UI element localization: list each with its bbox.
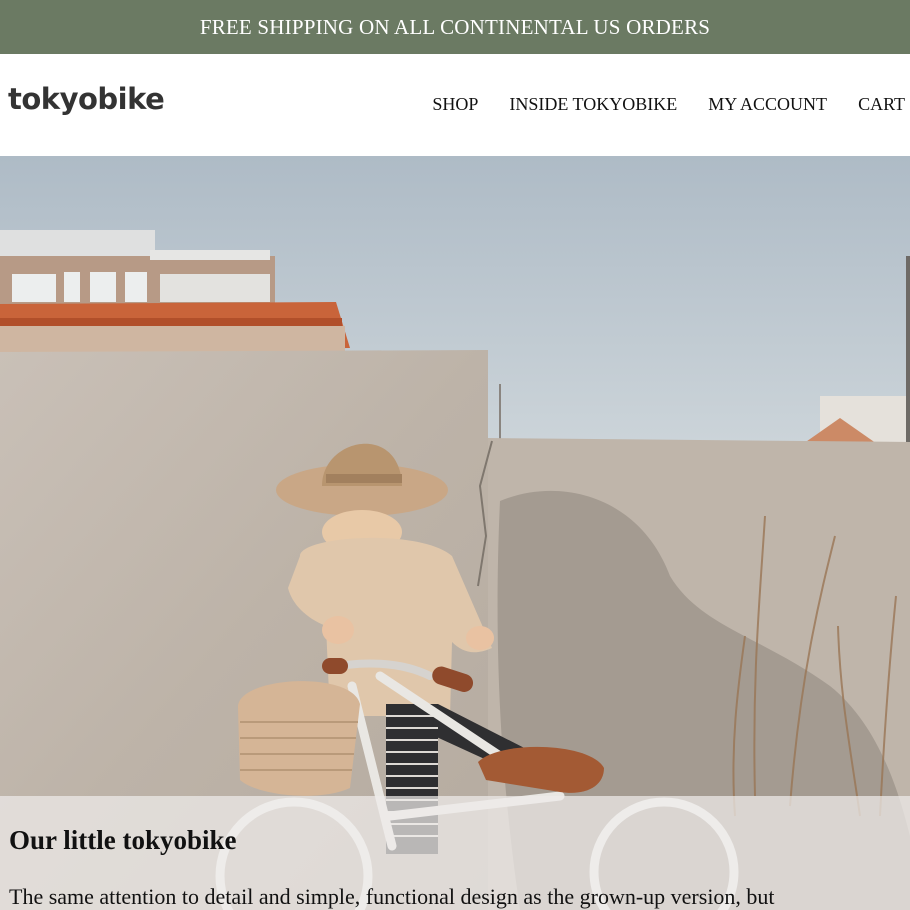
hero-banner: Our little tokyobike The same attention …	[0, 156, 910, 910]
hero-title: Our little tokyobike	[9, 825, 237, 855]
nav-my-account[interactable]: MY ACCOUNT	[708, 94, 827, 115]
hero-text: The same attention to detail and simple,…	[9, 884, 775, 909]
main-nav: SHOP INSIDE TOKYOBIKE MY ACCOUNT CART	[401, 94, 905, 115]
announcement-bar: FREE SHIPPING ON ALL CONTINENTAL US ORDE…	[0, 0, 910, 54]
hero-caption: Our little tokyobike The same attention …	[0, 796, 910, 910]
nav-inside-tokyobike[interactable]: INSIDE TOKYOBIKE	[509, 94, 677, 115]
site-header: tokyobike SHOP INSIDE TOKYOBIKE MY ACCOU…	[0, 54, 910, 156]
logo[interactable]: tokyobike	[8, 82, 165, 116]
announcement-text: FREE SHIPPING ON ALL CONTINENTAL US ORDE…	[199, 14, 711, 39]
nav-shop[interactable]: SHOP	[432, 94, 478, 115]
nav-cart[interactable]: CART	[858, 94, 905, 115]
